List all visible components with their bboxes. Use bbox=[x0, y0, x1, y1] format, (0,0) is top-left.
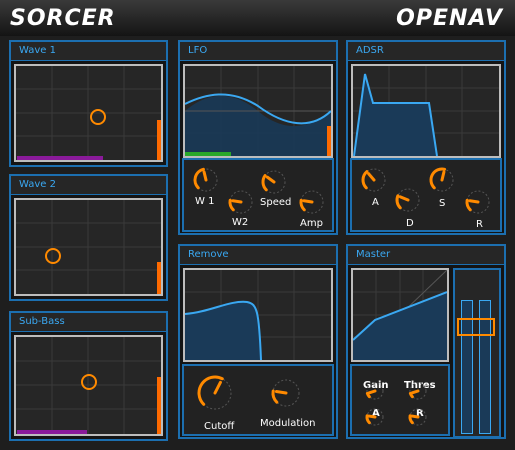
lfo-wave-graph bbox=[185, 66, 331, 156]
adsr-knob-decay[interactable] bbox=[394, 186, 422, 214]
lfo-knob-speed[interactable] bbox=[260, 168, 288, 196]
master-knob-gain[interactable] bbox=[364, 380, 386, 402]
lfo-knob-amp[interactable] bbox=[298, 188, 326, 216]
wave1-level-bar bbox=[17, 156, 103, 160]
wave2-panel: Wave 2 bbox=[9, 174, 168, 301]
remove-filter-graph bbox=[185, 270, 331, 360]
wave2-position-handle[interactable] bbox=[45, 248, 61, 264]
lfo-knob-speed-label: Speed bbox=[260, 197, 292, 208]
adsr-title: ADSR bbox=[348, 42, 504, 61]
remove-knob-section: Cutoff Modulation bbox=[182, 364, 334, 436]
wave1-grid bbox=[16, 66, 161, 160]
adsr-knob-attack-label: A bbox=[372, 197, 379, 208]
wave2-display[interactable] bbox=[14, 198, 163, 296]
adsr-knob-decay-label: D bbox=[406, 218, 414, 229]
subbass-level-bar bbox=[17, 430, 87, 434]
master-panel: Master Gain Thres A R bbox=[346, 244, 506, 439]
wave1-position-handle[interactable] bbox=[90, 109, 106, 125]
lfo-panel: LFO W 1 W2 Speed Amp bbox=[178, 40, 338, 235]
adsr-display bbox=[351, 64, 501, 158]
wave1-meter bbox=[157, 120, 161, 160]
lfo-knob-amp-label: Amp bbox=[300, 218, 323, 229]
subbass-display[interactable] bbox=[14, 335, 163, 436]
wave2-title: Wave 2 bbox=[11, 176, 166, 195]
lfo-knob-w2[interactable] bbox=[227, 188, 255, 216]
remove-knob-modulation-label: Modulation bbox=[260, 418, 316, 429]
subbass-meter bbox=[157, 377, 161, 434]
adsr-envelope-graph bbox=[353, 66, 499, 156]
adsr-knob-sustain-label: S bbox=[439, 198, 446, 209]
master-compressor-graph bbox=[353, 270, 447, 360]
master-knob-release[interactable] bbox=[407, 406, 429, 428]
adsr-panel: ADSR A D S R bbox=[346, 40, 506, 235]
lfo-display bbox=[183, 64, 333, 158]
lfo-knob-section: W 1 W2 Speed Amp bbox=[182, 158, 334, 232]
brand-logo: OPENAV bbox=[396, 6, 503, 31]
adsr-knob-sustain[interactable] bbox=[428, 166, 456, 194]
master-volume-fader[interactable] bbox=[457, 318, 495, 336]
adsr-knob-attack[interactable] bbox=[360, 166, 388, 194]
remove-knob-cutoff-label: Cutoff bbox=[204, 421, 235, 432]
wave1-display[interactable] bbox=[14, 64, 163, 162]
lfo-meter bbox=[327, 126, 331, 156]
remove-title: Remove bbox=[180, 246, 336, 265]
adsr-knob-release-label: R bbox=[476, 219, 483, 230]
remove-panel: Remove Cutoff Modulation bbox=[178, 244, 338, 439]
master-compressor-display bbox=[351, 268, 449, 362]
master-knob-attack[interactable] bbox=[364, 406, 386, 428]
lfo-rate-bar bbox=[185, 152, 231, 156]
lfo-title: LFO bbox=[180, 42, 336, 61]
remove-knob-cutoff[interactable] bbox=[196, 374, 234, 412]
master-volume-section bbox=[453, 268, 501, 438]
master-knob-section: Gain Thres A R bbox=[350, 364, 450, 436]
app-logo: SORCER bbox=[10, 6, 116, 31]
subbass-title: Sub-Bass bbox=[11, 313, 166, 332]
master-knob-thres[interactable] bbox=[407, 380, 429, 402]
subbass-grid bbox=[16, 337, 161, 434]
header-bar: SORCER OPENAV bbox=[0, 0, 515, 36]
adsr-knob-release[interactable] bbox=[464, 188, 492, 216]
lfo-knob-w1[interactable] bbox=[192, 166, 220, 194]
wave1-title: Wave 1 bbox=[11, 42, 166, 61]
wave2-meter bbox=[157, 262, 161, 294]
subbass-panel: Sub-Bass bbox=[9, 311, 168, 441]
master-title: Master bbox=[348, 246, 504, 265]
lfo-knob-w2-label: W2 bbox=[232, 217, 249, 228]
lfo-knob-w1-label: W 1 bbox=[195, 196, 215, 207]
remove-display bbox=[183, 268, 333, 362]
remove-knob-modulation[interactable] bbox=[270, 377, 302, 409]
wave1-panel: Wave 1 bbox=[9, 40, 168, 167]
wave2-grid bbox=[16, 200, 161, 294]
subbass-position-handle[interactable] bbox=[81, 374, 97, 390]
adsr-knob-section: A D S R bbox=[350, 158, 502, 232]
